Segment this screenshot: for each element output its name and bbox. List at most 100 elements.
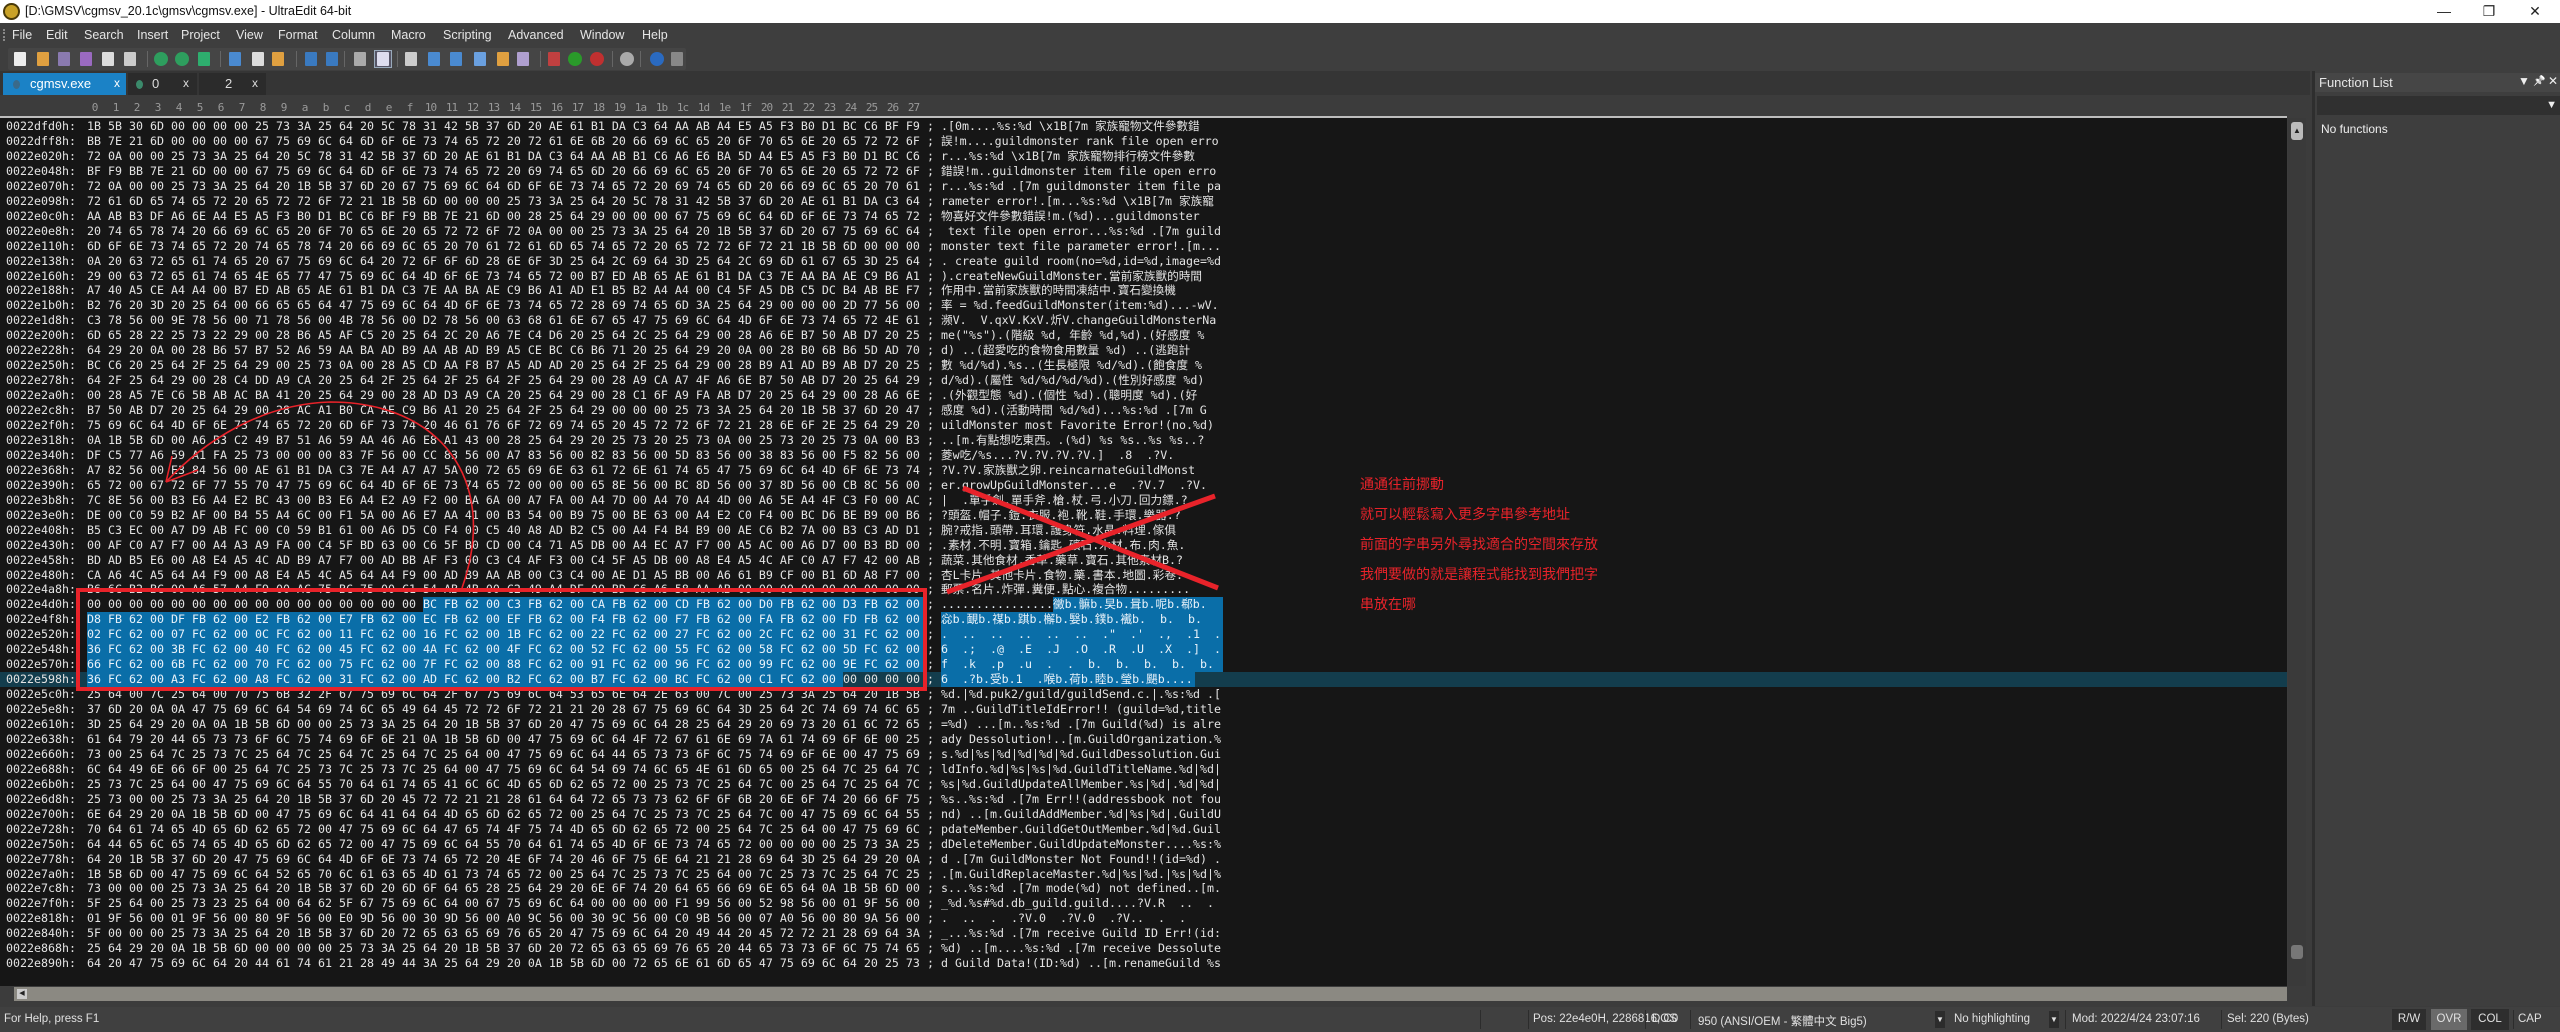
hex-bytes[interactable]: A7 40 A5 CE A4 A4 00 B7 ED AB 65 AE 61 B… [87, 283, 920, 298]
ascii-text[interactable]: .(外觀型態 %d).(個性 %d).(聰明度 %d).(好 [941, 388, 1223, 403]
ultracompare-launch-icon[interactable] [567, 51, 583, 67]
hex-row[interactable]: 0022e160h: 29 00 63 72 65 61 74 65 4E 65 … [0, 269, 2287, 284]
hex-bytes[interactable]: 65 72 00 67 72 6F 77 55 70 47 75 69 6C 6… [87, 478, 920, 493]
hex-bytes[interactable]: 0A 1B 5B 6D 00 A6 B3 C2 49 B7 51 A6 59 A… [87, 433, 920, 448]
menu-insert[interactable]: Insert [137, 28, 168, 42]
vertical-scrollbar[interactable]: ▲ [2288, 118, 2306, 986]
hex-bytes[interactable]: 64 2F 25 64 29 00 28 C4 DD A9 CA 20 25 6… [87, 373, 920, 388]
hex-row[interactable]: 0022e1b0h: B2 76 20 3D 20 25 64 00 66 65 … [0, 298, 2287, 313]
hex-bytes[interactable]: 61 64 79 20 44 65 73 73 6F 6C 75 74 69 6… [87, 732, 920, 747]
hex-bytes[interactable]: C3 78 56 00 9E 78 56 00 71 78 56 00 4B 7… [87, 313, 920, 328]
hex-row[interactable]: 0022e660h: 73 00 25 64 7C 25 73 7C 25 64 … [0, 747, 2287, 762]
hex-bytes[interactable]: 7C 8E 56 00 B3 E6 A4 E2 BC 43 00 B3 E6 A… [87, 493, 920, 508]
menu-window[interactable]: Window [580, 28, 624, 42]
hex-row[interactable]: 0022e610h: 3D 25 64 29 20 0A 0A 1B 5B 6D … [0, 717, 2287, 732]
hex-row[interactable]: 0022e228h: 64 29 20 0A 00 28 B6 57 B7 52 … [0, 343, 2287, 358]
hex-bytes[interactable]: 20 74 65 78 74 20 66 69 6C 65 20 6F 70 6… [87, 224, 920, 239]
hex-bytes[interactable]: 64 44 65 6C 65 74 65 4D 65 6D 62 65 72 0… [87, 837, 920, 852]
pin-icon[interactable]: 📌 [2533, 76, 2545, 87]
hex-row[interactable]: 0022e0c0h: AA AB B3 DF A6 6E A4 E5 A5 F3 … [0, 209, 2287, 224]
hex-bytes[interactable]: B6 6C B2 BC 00 A6 57 A4 F9 00 AC 75 BC 7… [87, 582, 920, 597]
line-ending[interactable]: DOS [1652, 1013, 1677, 1025]
hex-row[interactable]: 0022e480h: CA A6 4C A5 64 A4 F9 00 A8 E4 … [0, 568, 2287, 583]
chevron-down-icon[interactable]: ▼ [1935, 1011, 1945, 1028]
scroll-thumb[interactable] [32, 988, 2272, 1000]
ascii-text[interactable]: 郵票.名片.炸彈.糞便.點心.複合物......... [941, 582, 1223, 597]
ascii-text[interactable]: 腕?戒指.頭帶.耳環.護身符.水晶.料理.傢俱 [941, 523, 1223, 538]
ascii-text[interactable]: s...%s:%d .[7m mode(%d) not defined..[m. [941, 881, 1223, 896]
hex-row[interactable]: 0022e318h: 0A 1B 5B 6D 00 A6 B3 C2 49 B7 … [0, 433, 2287, 448]
hex-row[interactable]: 0022e2c8h: B7 50 AB D7 20 25 64 29 00 28 … [0, 403, 2287, 418]
hex-bytes[interactable]: 64 29 20 0A 00 28 B6 57 B7 52 A6 59 AA B… [87, 343, 920, 358]
ascii-text[interactable]: _%d.%s#%d.db_guild.guild....?V.R .. . [941, 896, 1223, 911]
hex-bytes[interactable]: 6E 64 29 20 0A 1B 5B 6D 00 47 75 69 6C 6… [87, 807, 920, 822]
ascii-text[interactable]: 惢b.靦b.禖b.踑b.檞b.嫛b.鏷b.襶b. b. b. [941, 612, 1223, 627]
hex-row[interactable]: 0022e0e8h: 20 74 65 78 74 20 66 69 6C 65 … [0, 224, 2287, 239]
ascii-text[interactable]: 蔬菜.其他食材.香草.藥草.寶石.其他素材B.? [941, 553, 1223, 568]
ascii-text[interactable]: . create guild room(no=%d,id=%d,image=%d [941, 254, 1223, 269]
hex-row[interactable]: 0022e688h: 6C 64 49 6E 66 6F 00 25 64 7C … [0, 762, 2287, 777]
print-icon[interactable] [100, 51, 116, 67]
hex-row[interactable]: 0022e4f8h: D8 FB 62 00 DF FB 62 00 E2 FB … [0, 612, 2287, 628]
ascii-text[interactable]: ?頭盔.帽子.鎧.衣服.袍.靴.鞋.手環.樂器.? [941, 508, 1223, 523]
hex-bytes[interactable]: 72 61 6D 65 74 65 72 20 65 72 72 6F 72 2… [87, 194, 920, 209]
hex-row[interactable]: 0022e048h: BF F9 BB 7E 21 6D 00 00 67 75 … [0, 164, 2287, 179]
hex-row[interactable]: 0022e430h: 00 AF C0 A7 F7 00 A4 A3 A9 FA … [0, 538, 2287, 553]
ascii-text[interactable]: 數 %d/%d).%s..(生長極限 %d/%d).(飽食度 % [941, 358, 1223, 373]
ascii-text[interactable]: =%d) ...[m..%s:%d .[7m Guild(%d) is alre [941, 717, 1223, 732]
hex-row[interactable]: 0022e7a0h: 1B 5B 6D 00 47 75 69 6C 64 52 … [0, 867, 2287, 882]
hex-row[interactable]: 0022e778h: 64 20 1B 5B 37 6D 20 47 75 69 … [0, 852, 2287, 867]
find-icon[interactable] [403, 51, 419, 67]
ascii-text[interactable]: text file open error...%s:%d .[7m guild [941, 224, 1223, 239]
tab-close-icon[interactable]: x [114, 76, 120, 90]
menu-edit[interactable]: Edit [46, 28, 68, 42]
menu-help[interactable]: Help [642, 28, 668, 42]
highlighting-select[interactable]: No highlighting [1954, 1013, 2030, 1025]
scroll-left-icon[interactable]: ◀ [17, 989, 27, 999]
hex-bytes[interactable]: 25 73 7C 25 64 00 47 75 69 6C 64 55 70 6… [87, 777, 920, 792]
hex-row[interactable]: 0022e6b0h: 25 73 7C 25 64 00 47 75 69 6C … [0, 777, 2287, 792]
ascii-text[interactable]: 7m ..GuildTitleIdError!! (guild=%d,title [941, 702, 1223, 717]
find-next-icon[interactable] [448, 51, 464, 67]
replace-in-files-icon[interactable] [515, 51, 531, 67]
hex-row[interactable]: 0022e278h: 64 2F 25 64 29 00 28 C4 DD A9 … [0, 373, 2287, 388]
hex-bytes[interactable]: 72 0A 00 00 25 73 3A 25 64 20 5C 78 31 4… [87, 149, 920, 164]
ascii-text[interactable]: . .. .. .. .. .. ." .' ., .1 . [941, 627, 1223, 642]
undo-icon[interactable] [303, 51, 319, 67]
ascii-text[interactable]: 6 .; .@ .E .J .O .R .U .X .] . [941, 642, 1223, 657]
hex-bytes[interactable]: 00 AF C0 A7 F7 00 A4 A3 A9 FA 00 C4 5F B… [87, 538, 920, 553]
hex-bytes[interactable]: B7 50 AB D7 20 25 64 29 00 28 AC A1 B0 C… [87, 403, 920, 418]
hex-bytes[interactable]: 00 00 00 00 [843, 672, 920, 687]
hex-bytes[interactable]: 25 64 29 20 0A 1B 5B 6D 00 00 00 00 25 7… [87, 941, 920, 956]
close-button[interactable]: ✕ [2513, 0, 2557, 23]
ascii-text[interactable]: pdateMember.GuildGetOutMember.%d|%d.Guil [941, 822, 1223, 837]
find-previous-icon[interactable] [426, 51, 442, 67]
find-in-files-icon[interactable] [495, 51, 511, 67]
hex-row[interactable]: 0022e3b8h: 7C 8E 56 00 B3 E6 A4 E2 BC 43 … [0, 493, 2287, 508]
ultraftp-icon[interactable] [589, 51, 605, 67]
column-mode-toggle[interactable]: COL [2471, 1009, 2509, 1030]
ascii-text[interactable]: d .[7m GuildMonster Not Found!!(id=%d) . [941, 852, 1223, 867]
hex-row[interactable]: 0022e750h: 64 44 65 6C 65 74 65 4D 65 6D … [0, 837, 2287, 852]
ascii-text[interactable]: 錯誤!m..guildmonster item file open erro [941, 164, 1223, 179]
ascii-text[interactable]: 率 = %d.feedGuildMonster(item:%d)...-wV. [941, 298, 1223, 313]
hex-bytes-selected[interactable]: 66 FC 62 00 6B FC 62 00 70 FC 62 00 75 F… [87, 657, 927, 673]
hex-row[interactable]: 0022e4a8h: B6 6C B2 BC 00 A6 57 A4 F9 00 … [0, 582, 2287, 597]
hex-bytes[interactable]: B5 C3 EC 00 A7 D9 AB FC 00 C0 59 B1 61 0… [87, 523, 920, 538]
ascii-text[interactable]: 菱w吃∕%s...?V.?V.?V.?V.] .8 .?V. [941, 448, 1223, 463]
hex-row[interactable]: 0022e6d8h: 25 73 00 00 25 73 3A 25 64 20 … [0, 792, 2287, 807]
hex-mode-icon[interactable] [374, 50, 392, 68]
print-preview-icon[interactable] [122, 51, 138, 67]
ascii-text[interactable]: ).createNewGuildMonster.當前家族獸的時間 [941, 269, 1223, 284]
menu-file[interactable]: File [12, 28, 32, 42]
hex-row[interactable]: 0022e340h: DF C5 77 A6 59 A1 FA 25 73 00 … [0, 448, 2287, 463]
menu-scripting[interactable]: Scripting [443, 28, 492, 42]
ascii-text[interactable]: _...%s:%d .[7m receive Guild ID Err!(id: [941, 926, 1223, 941]
hex-row[interactable]: 0022e3e0h: DE 00 C0 59 B2 AF 00 B4 55 A4 … [0, 508, 2287, 523]
ascii-text[interactable]: nd) ..[m.GuildAddMember.%d|%s|%d|.GuildU [941, 807, 1223, 822]
ascii-text[interactable]: d) ..(超愛吃的食物食用數量 %d) ..(逃跑計 [941, 343, 1223, 358]
hex-bytes-selected[interactable]: 02 FC 62 00 07 FC 62 00 0C FC 62 00 11 F… [87, 627, 927, 643]
hex-row[interactable]: 0022e818h: 01 9F 56 00 01 9F 56 00 80 9F … [0, 911, 2287, 926]
hex-row[interactable]: 0022e188h: A7 40 A5 CE A4 A4 00 B7 ED AB … [0, 283, 2287, 298]
ultracompare-icon[interactable] [546, 51, 562, 67]
